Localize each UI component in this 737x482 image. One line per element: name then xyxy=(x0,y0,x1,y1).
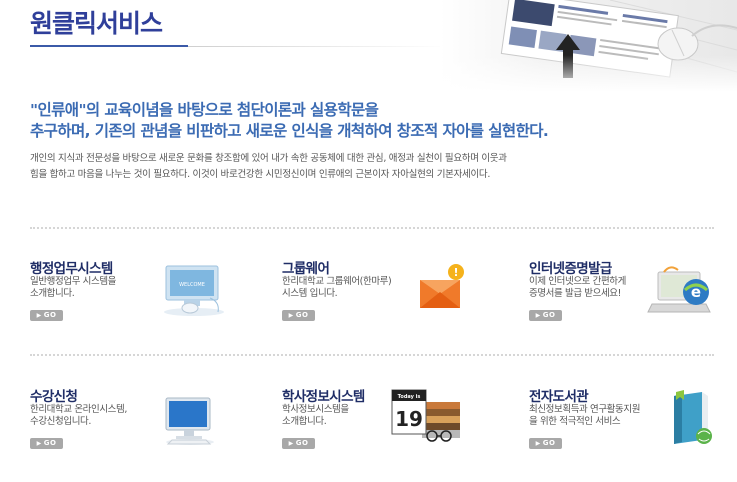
monitor-welcome-icon: WELCOME xyxy=(164,265,224,316)
banner-illustration xyxy=(440,0,737,92)
laptop-internet-icon: e xyxy=(647,266,711,313)
service-description: 한리대학교 온라인시스템, 수강신청입니다. xyxy=(30,404,127,428)
play-arrow-icon: ▶ xyxy=(36,312,42,319)
svg-text:!: ! xyxy=(453,266,458,279)
service-desc-line: 시스템 입니다. xyxy=(282,288,338,299)
service-desc-line: 한리대학교 그룹웨어(한마루) xyxy=(282,276,392,287)
go-button-label: GO xyxy=(542,439,556,447)
description-line-2: 힘을 합하고 마음을 나누는 것이 필요하다. 이것이 바로건강한 시민정신이며… xyxy=(30,169,491,180)
welcome-screen-text: WELCOME xyxy=(179,282,205,288)
description-line-1: 개인의 지식과 전문성을 바탕으로 새로운 문화를 창조함에 있어 내가 속한 … xyxy=(30,153,507,164)
title-divider xyxy=(188,46,448,47)
ebook-globe-icon xyxy=(674,390,712,444)
calendar-day-text: 19 xyxy=(395,407,423,431)
go-button-label: GO xyxy=(43,439,57,447)
title-underline xyxy=(30,45,188,47)
go-button[interactable]: ▶ GO xyxy=(529,310,562,321)
play-arrow-icon: ▶ xyxy=(288,312,294,319)
section-divider xyxy=(30,227,714,229)
go-button[interactable]: ▶ GO xyxy=(282,310,315,321)
intro-headline: "인류애"의 교육이념을 바탕으로 첨단이론과 실용학문을 추구하며, 기존의 … xyxy=(30,100,549,142)
desktop-monitor-icon xyxy=(165,397,214,445)
service-desc-line: 을 위한 적극적인 서비스 xyxy=(529,416,621,427)
envelope-alert-icon: ! xyxy=(420,264,464,308)
service-description: 이제 인터넷으로 간편하게 증명서를 발급 받으세요! xyxy=(529,276,626,300)
section-divider xyxy=(30,354,714,356)
service-desc-line: 최신정보획득과 연구활동지원 xyxy=(529,404,641,415)
service-description: 일반행정업무 시스템을 소개합니다. xyxy=(30,276,116,300)
headline-line-2: 추구하며, 기존의 관념을 비판하고 새로운 인식을 개척하여 창조적 자아를 … xyxy=(30,122,549,140)
service-desc-line: 증명서를 발급 받으세요! xyxy=(529,288,622,299)
service-desc-line: 수강신청입니다. xyxy=(30,416,91,427)
service-desc-line: 한리대학교 온라인시스템, xyxy=(30,404,127,415)
service-desc-line: 소개합니다. xyxy=(30,288,75,299)
service-description: 학사정보시스템을 소개합니다. xyxy=(282,404,349,428)
play-arrow-icon: ▶ xyxy=(36,440,42,447)
service-description: 한리대학교 그룹웨어(한마루) 시스템 입니다. xyxy=(282,276,392,300)
go-button[interactable]: ▶ GO xyxy=(30,438,63,449)
go-button-label: GO xyxy=(43,311,57,319)
service-title[interactable]: 수강신청 xyxy=(30,385,78,405)
service-description: 최신정보획득과 연구활동지원 을 위한 적극적인 서비스 xyxy=(529,404,640,428)
play-arrow-icon: ▶ xyxy=(288,440,294,447)
service-title[interactable]: 행정업무시스템 xyxy=(30,257,113,277)
go-button[interactable]: ▶ GO xyxy=(30,310,63,321)
service-title[interactable]: 인터넷증명발급 xyxy=(529,257,612,277)
service-desc-line: 소개합니다. xyxy=(282,416,327,427)
calendar-books-icon: Today is 19 xyxy=(391,389,460,442)
service-desc-line: 일반행정업무 시스템을 xyxy=(30,276,117,287)
svg-text:e: e xyxy=(691,283,701,301)
headline-line-1: "인류애"의 교육이념을 바탕으로 첨단이론과 실용학문을 xyxy=(30,101,379,119)
go-button[interactable]: ▶ GO xyxy=(282,438,315,449)
go-button[interactable]: ▶ GO xyxy=(529,438,562,449)
go-button-label: GO xyxy=(295,311,309,319)
service-title[interactable]: 학사정보시스템 xyxy=(282,385,365,405)
service-title[interactable]: 전자도서관 xyxy=(529,385,589,405)
play-arrow-icon: ▶ xyxy=(535,312,541,319)
service-desc-line: 이제 인터넷으로 간편하게 xyxy=(529,276,626,287)
play-arrow-icon: ▶ xyxy=(535,440,541,447)
intro-description: 개인의 지식과 전문성을 바탕으로 새로운 문화를 창조함에 있어 내가 속한 … xyxy=(30,151,507,183)
calendar-today-text: Today is xyxy=(398,394,421,400)
page-title: 원클릭서비스 xyxy=(30,9,163,38)
service-title[interactable]: 그룹웨어 xyxy=(282,257,330,277)
go-button-label: GO xyxy=(295,439,309,447)
service-desc-line: 학사정보시스템을 xyxy=(282,404,349,415)
go-button-label: GO xyxy=(542,311,556,319)
